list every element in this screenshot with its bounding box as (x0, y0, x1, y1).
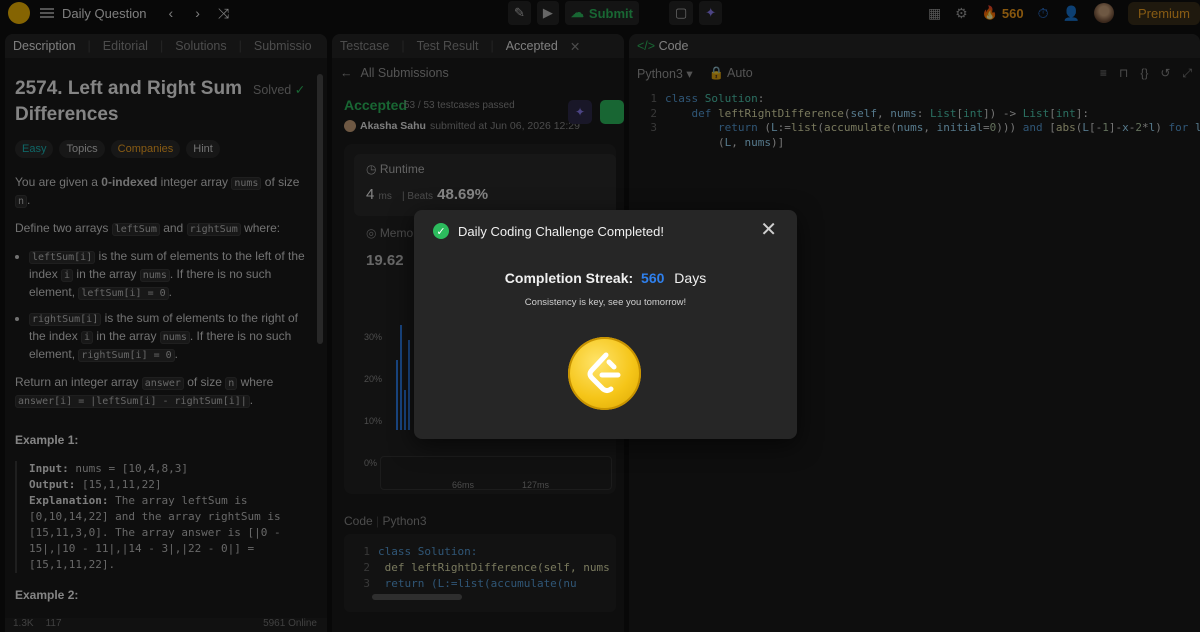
completion-streak: Completion Streak: 560 Days (504, 270, 707, 286)
modal-subtitle: Consistency is key, see you tomorrow! (524, 297, 687, 308)
leetcode-coin-icon (568, 337, 641, 410)
modal-title: Daily Coding Challenge Completed! (458, 224, 664, 239)
close-button[interactable]: ✕ (760, 220, 777, 240)
check-circle-icon: ✓ (433, 223, 449, 239)
completion-modal: ✓ Daily Coding Challenge Completed! ✕ Co… (414, 210, 797, 439)
